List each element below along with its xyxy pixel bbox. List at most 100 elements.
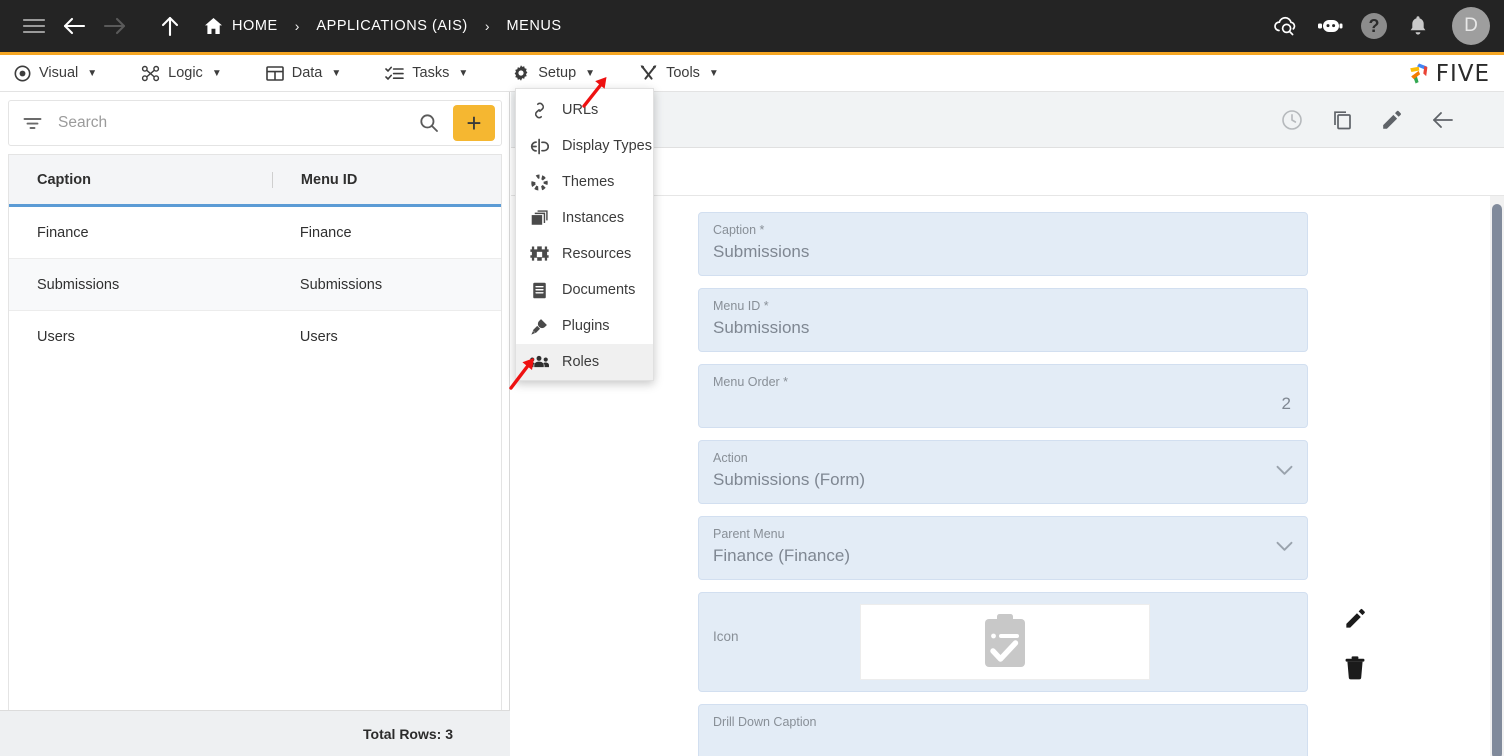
notifications-bell-icon[interactable] bbox=[1398, 6, 1438, 46]
search-input[interactable] bbox=[58, 114, 411, 132]
cell-menu-id: Finance bbox=[299, 224, 352, 241]
icon-preview[interactable] bbox=[860, 604, 1150, 680]
field-label: Drill Down Caption bbox=[713, 715, 817, 729]
topbar-actions: ? D bbox=[1266, 0, 1490, 52]
plugins-plug-icon bbox=[529, 316, 549, 336]
chevron-down-icon[interactable] bbox=[1276, 463, 1293, 481]
chevron-down-icon: ▼ bbox=[458, 67, 469, 79]
themes-palette-icon bbox=[529, 172, 549, 192]
copy-duplicate-icon[interactable] bbox=[1330, 108, 1354, 132]
tools-icon bbox=[639, 64, 658, 82]
filter-icon[interactable] bbox=[23, 116, 42, 131]
detail-tabs: Menus bbox=[511, 148, 1504, 196]
field-drill-down-caption[interactable]: Drill Down Caption bbox=[698, 704, 1308, 756]
chevron-down-icon: ▼ bbox=[585, 67, 596, 79]
menu-option-label: Themes bbox=[562, 174, 615, 190]
menu-item-tasks[interactable]: Tasks ▼ bbox=[371, 55, 482, 92]
field-action[interactable]: Action Submissions (Form) VIEW bbox=[698, 440, 1308, 504]
menu-option-instances[interactable]: Instances bbox=[516, 200, 653, 236]
field-label: Icon bbox=[713, 629, 739, 644]
menu-item-visual[interactable]: Visual ▼ bbox=[0, 55, 111, 92]
menu-item-data[interactable]: Data ▼ bbox=[252, 55, 356, 92]
trash-icon[interactable] bbox=[1344, 656, 1366, 680]
app-root: HOME › APPLICATIONS (AIS) › MENUS ? D Vi… bbox=[0, 0, 1504, 756]
cell-caption: Submissions bbox=[37, 276, 120, 293]
back-arrow-icon[interactable] bbox=[1430, 108, 1456, 132]
cloud-search-icon[interactable] bbox=[1266, 6, 1306, 46]
breadcrumb-item-menus[interactable]: MENUS bbox=[503, 18, 566, 34]
search-icon[interactable] bbox=[411, 113, 447, 133]
field-value: Submissions bbox=[713, 318, 810, 337]
table-row[interactable]: Finance Finance bbox=[9, 207, 501, 259]
edit-pencil-icon[interactable] bbox=[1380, 108, 1404, 132]
menu-option-urls[interactable]: URLs bbox=[516, 92, 653, 128]
cell-caption: Users bbox=[37, 328, 75, 345]
field-parent-menu[interactable]: Parent Menu Finance (Finance) bbox=[698, 516, 1308, 580]
icon-field-actions bbox=[1331, 593, 1379, 693]
breadcrumb-item-applications[interactable]: APPLICATIONS (AIS) bbox=[312, 18, 471, 34]
back-arrow-icon[interactable] bbox=[54, 6, 94, 46]
detail-toolbar bbox=[511, 92, 1504, 148]
menu-option-resources[interactable]: Resources bbox=[516, 236, 653, 272]
table-header-row: Caption Menu ID bbox=[9, 155, 501, 207]
five-pinwheel-icon bbox=[1406, 61, 1432, 87]
table-empty-area bbox=[8, 362, 502, 756]
menu-item-setup[interactable]: Setup ▼ bbox=[498, 55, 609, 92]
record-detail-panel: Menus Caption * Submissions Menu ID * Su… bbox=[511, 92, 1504, 756]
menu-option-roles[interactable]: Roles bbox=[516, 344, 653, 380]
cell-caption: Finance bbox=[37, 224, 89, 241]
chevron-down-icon[interactable] bbox=[1276, 539, 1293, 557]
help-icon[interactable]: ? bbox=[1354, 6, 1394, 46]
menu-option-display-types[interactable]: Display Types bbox=[516, 128, 653, 164]
history-clock-icon[interactable] bbox=[1280, 108, 1304, 132]
menu-label: Setup bbox=[538, 65, 577, 81]
cell-menu-id: Submissions bbox=[299, 276, 383, 293]
menu-option-documents[interactable]: Documents bbox=[516, 272, 653, 308]
field-caption[interactable]: Caption * Submissions bbox=[698, 212, 1308, 276]
roles-people-icon bbox=[529, 352, 549, 372]
field-label: Caption * bbox=[713, 223, 765, 237]
menu-label: Tasks bbox=[412, 65, 450, 81]
resources-puzzle-icon bbox=[529, 244, 549, 264]
breadcrumb: HOME › APPLICATIONS (AIS) › MENUS bbox=[200, 17, 566, 35]
total-rows-status: Total Rows: 3 bbox=[0, 710, 510, 756]
menu-option-plugins[interactable]: Plugins bbox=[516, 308, 653, 344]
field-icon: Icon bbox=[698, 592, 1365, 692]
forward-arrow-icon[interactable] bbox=[94, 6, 134, 46]
gear-icon bbox=[512, 64, 530, 82]
display-types-icon bbox=[529, 136, 549, 156]
up-arrow-icon[interactable] bbox=[150, 6, 190, 46]
edit-pencil-icon[interactable] bbox=[1343, 606, 1368, 631]
field-value: 2 bbox=[1281, 394, 1291, 413]
five-logo: FIVE bbox=[1406, 55, 1490, 92]
menu-label: Tools bbox=[666, 65, 700, 81]
record-form: Caption * Submissions Menu ID * Submissi… bbox=[511, 196, 1504, 756]
field-value: Submissions (Form) bbox=[713, 470, 866, 489]
field-menu-order[interactable]: Menu Order * 2 bbox=[698, 364, 1308, 428]
add-record-button[interactable]: + bbox=[453, 105, 495, 141]
menu-item-logic[interactable]: Logic ▼ bbox=[127, 55, 236, 92]
table-row[interactable]: Submissions Submissions bbox=[9, 259, 501, 311]
menu-item-tools[interactable]: Tools ▼ bbox=[625, 55, 733, 92]
menu-option-themes[interactable]: Themes bbox=[516, 164, 653, 200]
search-bar: + bbox=[8, 100, 502, 146]
chat-bot-icon[interactable] bbox=[1310, 6, 1350, 46]
column-header-menu-id[interactable]: Menu ID bbox=[271, 171, 501, 188]
field-label: Menu Order * bbox=[713, 375, 789, 389]
menu-option-label: Instances bbox=[562, 210, 625, 226]
breadcrumb-item-home[interactable]: HOME bbox=[200, 17, 282, 35]
checklist-icon bbox=[385, 65, 405, 82]
chevron-right-icon: › bbox=[294, 18, 300, 34]
column-header-caption[interactable]: Caption bbox=[9, 172, 272, 188]
hamburger-icon[interactable] bbox=[14, 6, 54, 46]
field-menu-id[interactable]: Menu ID * Submissions bbox=[698, 288, 1308, 352]
field-label: Parent Menu bbox=[713, 527, 785, 541]
menu-label: Data bbox=[291, 65, 323, 81]
instances-stack-icon bbox=[529, 208, 549, 228]
table-row[interactable]: Users Users bbox=[9, 311, 501, 363]
link-icon bbox=[529, 100, 549, 120]
vertical-scrollbar-thumb[interactable] bbox=[1492, 204, 1502, 756]
menu-option-label: URLs bbox=[562, 102, 599, 118]
clipboard-check-icon bbox=[980, 613, 1030, 671]
avatar[interactable]: D bbox=[1452, 7, 1490, 45]
